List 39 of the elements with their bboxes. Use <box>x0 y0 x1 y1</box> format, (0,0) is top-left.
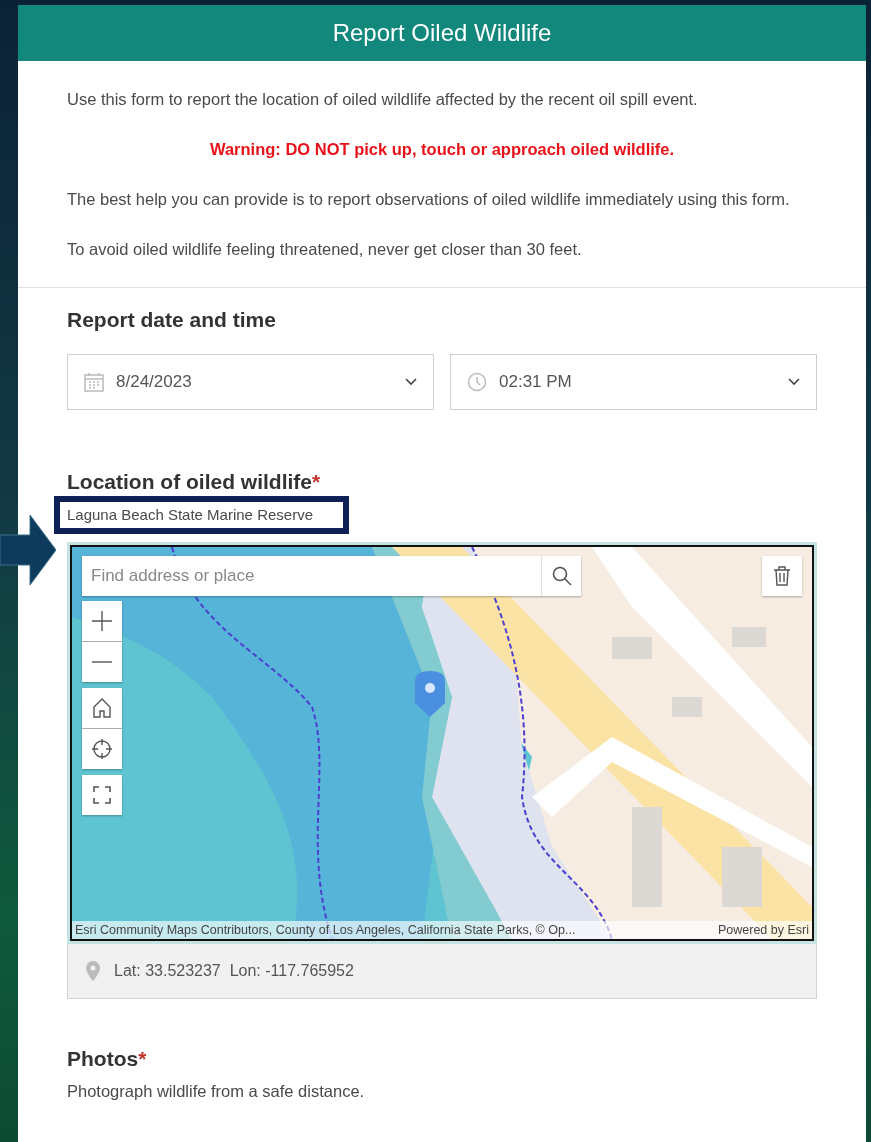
arrow-drawing <box>0 515 56 585</box>
zoom-in-button[interactable] <box>82 601 122 641</box>
plus-icon <box>92 611 112 631</box>
calendar-icon <box>84 372 104 392</box>
map-pin-icon <box>86 961 100 981</box>
time-dropdown[interactable]: 02:31 PM <box>450 354 817 410</box>
trash-icon <box>774 566 790 586</box>
date-dropdown[interactable]: 8/24/2023 <box>67 354 434 410</box>
coordinates-text: Lat: 33.523237 Lon: -117.765952 <box>114 962 354 980</box>
search-icon <box>551 566 572 586</box>
home-button[interactable] <box>82 688 122 728</box>
intro-text: Use this form to report the location of oiled wildlife affected by the recent oil spill event. <box>67 89 699 110</box>
photos-hint: Photograph wildlife from a safe distance. <box>67 1081 366 1102</box>
intro-text: To avoid oiled wildlife feeling threatened, never get closer than 30 feet. <box>67 239 583 260</box>
label-text: Location of oiled wildlife <box>67 470 312 494</box>
warning-text: Warning: DO NOT pick up, touch or approach oiled wildlife. <box>208 139 676 160</box>
required-mark: * <box>312 470 321 494</box>
label-text: Photos <box>67 1047 139 1071</box>
search-button[interactable] <box>541 556 581 596</box>
chevron-down-icon <box>405 378 417 386</box>
fullscreen-icon <box>93 786 111 804</box>
intro-text: The best help you can provide is to report observations of oiled wildlife immediately using this form. <box>67 189 791 210</box>
locate-button[interactable] <box>82 729 122 769</box>
location-name: Laguna Beach State Marine Reserve <box>67 505 313 525</box>
minus-icon <box>92 661 112 663</box>
required-mark: * <box>138 1047 147 1071</box>
chevron-down-icon <box>788 378 800 386</box>
section-title: Report date and time <box>67 308 277 332</box>
crosshair-icon <box>92 739 112 759</box>
attribution-text: Esri Community Maps Contributors, County of Los Angeles, California State Parks, © Op... <box>75 923 576 937</box>
fullscreen-button[interactable] <box>82 775 122 815</box>
zoom-out-button[interactable] <box>82 642 122 682</box>
powered-by-link[interactable]: Powered by Esri <box>718 923 809 937</box>
home-icon <box>92 698 112 718</box>
search-field[interactable]: Find address or place <box>82 556 581 596</box>
location-pin-icon <box>415 671 445 717</box>
delete-button[interactable] <box>762 556 802 596</box>
form-title: Report Oiled Wildlife <box>18 5 866 61</box>
clock-icon <box>467 372 487 392</box>
